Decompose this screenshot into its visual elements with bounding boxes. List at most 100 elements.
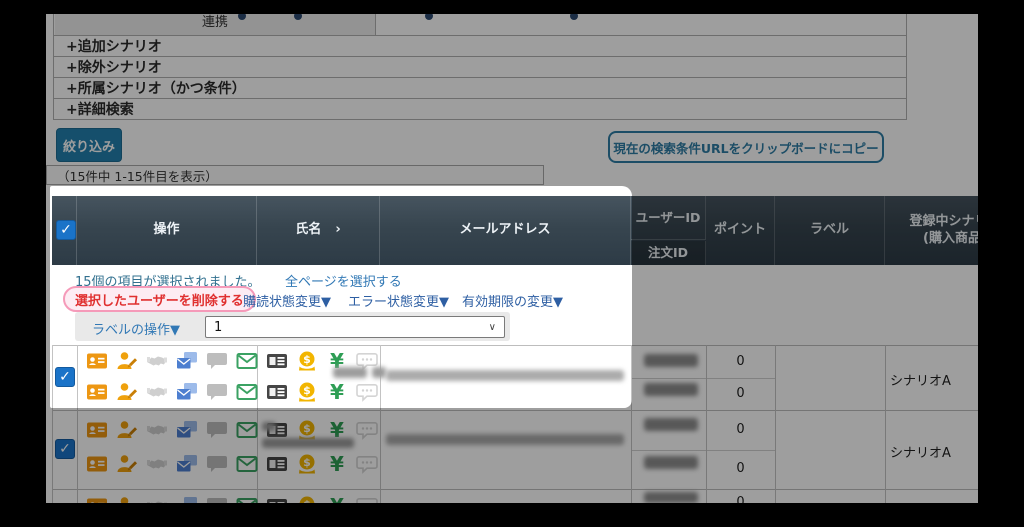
handshake-icon[interactable] — [146, 381, 168, 403]
select-all-checkbox[interactable]: ✓ — [56, 220, 76, 240]
checkmark-icon: ✓ — [59, 369, 71, 385]
edit-user-icon[interactable] — [116, 350, 138, 372]
header-order-id[interactable]: 注文ID — [631, 241, 706, 265]
column-divider — [775, 345, 776, 503]
edit-user-icon[interactable] — [116, 381, 138, 403]
handshake-icon[interactable] — [146, 495, 168, 503]
header-scenario[interactable]: 登録中シナリオ (購入商品) — [885, 196, 978, 265]
profile-card-icon[interactable] — [86, 453, 108, 475]
accordion-section-belong-scenario[interactable]: +所属シナリオ（かつ条件） — [54, 78, 906, 99]
forward-mail-icon[interactable] — [176, 381, 198, 403]
forward-mail-icon[interactable] — [176, 495, 198, 503]
header-user-id[interactable]: ユーザーID — [631, 196, 706, 240]
accordion-section-detail-search[interactable]: +詳細検索 — [54, 99, 906, 120]
renkei-label-cell: 連携 — [55, 14, 376, 35]
svg-text:¥: ¥ — [330, 495, 344, 503]
chevron-down-icon: ∨ — [489, 322, 496, 333]
forward-mail-icon[interactable] — [176, 453, 198, 475]
chat-bubble-icon[interactable] — [206, 495, 228, 503]
detail-card-icon[interactable] — [266, 350, 288, 372]
payment-coin-icon[interactable]: $ — [296, 381, 318, 403]
svg-text:$: $ — [303, 498, 311, 503]
payment-coin-icon[interactable]: $ — [296, 453, 318, 475]
edit-user-icon[interactable] — [116, 495, 138, 503]
comment-dots-icon[interactable] — [356, 453, 378, 475]
sort-chevron-icon[interactable]: › — [335, 222, 340, 238]
mail-icon[interactable] — [236, 350, 258, 372]
chat-bubble-icon[interactable] — [206, 381, 228, 403]
filter-button[interactable]: 絞り込み — [56, 128, 122, 162]
row-checkbox[interactable]: ✓ — [55, 367, 75, 387]
yen-icon[interactable]: ¥ — [326, 495, 348, 503]
label-operations-dropdown[interactable]: ラベルの操作▼ — [92, 319, 180, 338]
comment-dots-icon[interactable] — [356, 381, 378, 403]
chat-bubble-icon[interactable] — [206, 419, 228, 441]
header-operation[interactable]: 操作 — [77, 196, 257, 265]
handshake-icon[interactable] — [146, 453, 168, 475]
forward-mail-icon[interactable] — [176, 350, 198, 372]
profile-card-icon[interactable] — [86, 350, 108, 372]
detail-card-icon[interactable] — [266, 495, 288, 503]
points-value: 0 — [706, 461, 775, 476]
accordion-section-add-scenario[interactable]: +追加シナリオ — [54, 36, 906, 57]
chat-bubble-icon[interactable] — [206, 453, 228, 475]
handshake-icon[interactable] — [146, 350, 168, 372]
detail-card-icon[interactable] — [266, 453, 288, 475]
chat-bubble-icon[interactable] — [206, 350, 228, 372]
comment-dots-icon[interactable] — [356, 419, 378, 441]
svg-text:$: $ — [303, 456, 311, 469]
row-action-icons-top: $ ¥ — [86, 495, 378, 503]
profile-card-icon[interactable] — [86, 381, 108, 403]
header-label: 登録中シナリオ — [909, 214, 978, 230]
yen-icon[interactable]: ¥ — [326, 381, 348, 403]
mail-icon[interactable] — [236, 453, 258, 475]
payment-coin-icon[interactable]: $ — [296, 350, 318, 372]
mail-icon[interactable] — [236, 381, 258, 403]
accordion-label: +所属シナリオ（かつ条件） — [66, 78, 246, 98]
select-all-pages-link[interactable]: 全ページを選択する — [285, 271, 402, 290]
mail-icon[interactable] — [236, 419, 258, 441]
header-name[interactable]: 氏名 › — [257, 196, 380, 265]
checkmark-icon: ✓ — [60, 222, 72, 238]
accordion-section-exclude-scenario[interactable]: +除外シナリオ — [54, 57, 906, 78]
blurred-email — [386, 370, 624, 381]
header-label: 注文ID — [648, 245, 688, 261]
payment-coin-icon[interactable]: $ — [296, 495, 318, 503]
error-status-dropdown[interactable]: エラー状態変更▼ — [348, 291, 449, 310]
svg-text:$: $ — [303, 422, 311, 435]
handshake-icon[interactable] — [146, 419, 168, 441]
svg-text:¥: ¥ — [330, 381, 344, 403]
detail-card-icon[interactable] — [266, 381, 288, 403]
edit-user-icon[interactable] — [116, 453, 138, 475]
blurred-order-id — [644, 456, 698, 469]
copy-search-url-button[interactable]: 現在の検索条件URLをクリップボードにコピー — [608, 131, 884, 163]
profile-card-icon[interactable] — [86, 419, 108, 441]
row-action-icons-bottom: $ ¥ — [86, 453, 378, 475]
radio-dot-icon[interactable] — [570, 14, 578, 20]
label-select-value: 1 — [214, 320, 222, 335]
subscription-status-dropdown[interactable]: 購読状態変更▼ — [243, 291, 331, 310]
header-label-col[interactable]: ラベル — [775, 196, 885, 265]
comment-dots-icon[interactable] — [356, 495, 378, 503]
selection-toolbar: 15個の項目が選択されました。 全ページを選択する 選択したユーザーを削除する … — [52, 265, 978, 345]
blurred-email — [386, 434, 624, 445]
svg-text:¥: ¥ — [330, 453, 344, 475]
blurred-name — [262, 438, 354, 448]
radio-dot-icon[interactable] — [425, 14, 433, 20]
delete-selected-users-button[interactable]: 選択したユーザーを削除する — [63, 286, 256, 312]
yen-icon[interactable]: ¥ — [326, 453, 348, 475]
column-divider — [52, 345, 53, 503]
row-checkbox[interactable]: ✓ — [55, 439, 75, 459]
header-email[interactable]: メールアドレス — [380, 196, 631, 265]
label-select[interactable]: 1 ∨ — [205, 316, 505, 338]
blurred-user-id — [644, 492, 698, 503]
blurred-order-id — [644, 383, 698, 396]
blurred-user-id — [644, 418, 698, 431]
forward-mail-icon[interactable] — [176, 419, 198, 441]
mail-icon[interactable] — [236, 495, 258, 503]
expiry-change-dropdown[interactable]: 有効期限の変更▼ — [462, 291, 563, 310]
edit-user-icon[interactable] — [116, 419, 138, 441]
header-points[interactable]: ポイント — [706, 196, 775, 265]
profile-card-icon[interactable] — [86, 495, 108, 503]
header-label: ポイント — [714, 222, 766, 238]
